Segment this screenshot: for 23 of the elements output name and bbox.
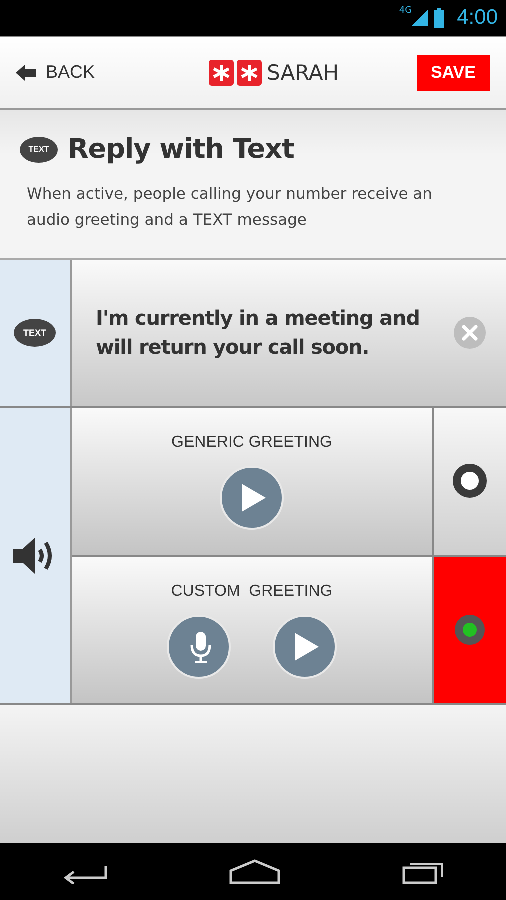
network-label: 4G xyxy=(399,6,412,16)
radio-button[interactable] xyxy=(434,556,506,703)
battery-icon xyxy=(434,8,446,28)
back-button[interactable]: BACK xyxy=(16,62,96,83)
logo-icon xyxy=(209,60,263,86)
play-icon xyxy=(242,484,266,512)
home-icon[interactable] xyxy=(228,858,281,884)
back-arrow-icon xyxy=(16,64,36,80)
description: When active, people calling your number receive an audio greeting and a TEXT message xyxy=(27,184,434,231)
microphone-icon xyxy=(189,630,213,662)
play-icon xyxy=(295,632,319,660)
save-button[interactable]: SAVE xyxy=(416,54,490,90)
message-text: I'm currently in a meeting and will return your call soon. xyxy=(96,305,421,361)
app-name: SARAH xyxy=(267,60,339,84)
greeting-label: GENERIC GREETING xyxy=(172,434,332,452)
signal-icon xyxy=(412,9,428,27)
text-bubble-icon: TEXT xyxy=(20,136,58,162)
greeting-label: CUSTOM GREETING xyxy=(171,582,333,600)
page-title: Reply with Text xyxy=(68,134,294,165)
radio-button[interactable] xyxy=(434,408,506,554)
clock: 4:00 xyxy=(457,6,498,30)
text-bubble-icon: TEXT xyxy=(14,319,56,347)
close-icon xyxy=(454,317,486,349)
